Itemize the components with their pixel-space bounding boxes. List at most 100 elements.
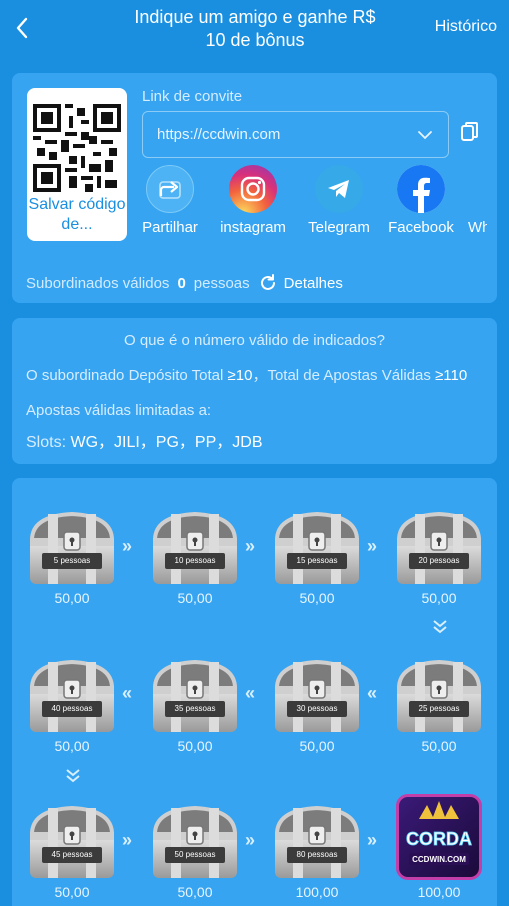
treasure-chest-icon xyxy=(153,659,237,732)
chest-label: 25 pessoas xyxy=(409,701,469,717)
double-chevron-right-icon: » xyxy=(367,536,378,556)
chest-label: 40 pessoas xyxy=(42,701,102,717)
double-chevron-right-icon: » xyxy=(245,536,256,556)
info-title: O que é o número válido de indicados? xyxy=(123,332,385,349)
badge-subtitle: CCDWIN.COM xyxy=(412,855,466,864)
reward-badge[interactable]: CORDA CCDWIN.COM 100,00 xyxy=(393,794,485,904)
treasure-chest[interactable]: 50 pessoas 50,00 xyxy=(149,804,241,904)
treasure-chest[interactable]: 45 pessoas 50,00 xyxy=(26,804,118,904)
treasure-chest-icon xyxy=(397,511,481,584)
treasure-chest-icon xyxy=(397,659,481,732)
share-instagram-label: instagram xyxy=(220,219,286,235)
subordinates-unit: pessoas xyxy=(193,274,250,292)
treasure-chest[interactable]: 10 pessoas 50,00 xyxy=(149,510,241,610)
instagram-icon xyxy=(240,176,266,202)
double-chevron-left-icon: « xyxy=(122,683,133,703)
invite-link-value: https://ccdwin.com xyxy=(157,126,281,143)
chest-label: 20 pessoas xyxy=(409,553,469,569)
share-facebook-label: Facebook xyxy=(388,219,454,235)
treasure-chest[interactable]: 80 pessoas 100,00 xyxy=(271,804,363,904)
reward-amount: 100,00 xyxy=(295,884,339,900)
chest-label: 30 pessoas xyxy=(287,701,347,717)
chest-label: 35 pessoas xyxy=(165,701,225,717)
treasure-chest-icon xyxy=(153,511,237,584)
whatsapp-icon xyxy=(468,165,487,213)
page-title: Indique um amigo e ganhe R$ 10 de bônus xyxy=(100,6,410,52)
share-whatsapp[interactable]: Wha xyxy=(468,165,487,235)
treasure-chest[interactable]: 35 pessoas 50,00 xyxy=(149,658,241,758)
reward-amount: 100,00 xyxy=(417,884,461,900)
double-chevron-right-icon: » xyxy=(122,830,133,850)
treasure-chest-icon xyxy=(275,511,359,584)
double-chevron-right-icon: » xyxy=(245,830,256,850)
treasure-chest[interactable]: 5 pessoas 50,00 xyxy=(26,510,118,610)
header: Indique um amigo e ganhe R$ 10 de bônus … xyxy=(0,0,509,58)
bets-value: ≥110 xyxy=(435,367,468,384)
treasure-chest-icon xyxy=(30,511,114,584)
deposit-label: O subordinado Depósito Total xyxy=(26,367,228,384)
share-telegram-label: Telegram xyxy=(308,219,370,235)
history-button[interactable]: Histórico xyxy=(435,18,497,36)
page-title-line2: 10 de bônus xyxy=(205,30,305,50)
qr-code-icon xyxy=(33,104,121,192)
chevron-down-icon xyxy=(418,131,432,140)
reward-amount: 50,00 xyxy=(177,738,213,754)
double-chevron-left-icon: « xyxy=(245,683,256,703)
reward-amount: 50,00 xyxy=(299,738,335,754)
reward-amount: 50,00 xyxy=(54,738,90,754)
double-chevron-down-icon xyxy=(432,619,448,640)
deposit-value: ≥10 xyxy=(227,367,253,384)
treasure-chest[interactable]: 15 pessoas 50,00 xyxy=(271,510,363,610)
chest-label: 45 pessoas xyxy=(42,847,102,863)
slots-value: WG，JILI，PG，PP，JDB xyxy=(70,434,263,451)
chest-label: 10 pessoas xyxy=(165,553,225,569)
treasure-chest[interactable]: 25 pessoas 50,00 xyxy=(393,658,485,758)
subordinates-row: Subordinados válidos 0 pessoas Detalhes xyxy=(26,273,343,293)
share-row: Partilhar instagram Telegram Facebook Wh xyxy=(142,165,487,235)
refresh-icon[interactable] xyxy=(258,273,278,293)
treasure-chest-icon xyxy=(153,805,237,878)
chest-label: 5 pessoas xyxy=(42,553,102,569)
chest-label: 15 pessoas xyxy=(287,553,347,569)
treasure-chest[interactable]: 30 pessoas 50,00 xyxy=(271,658,363,758)
facebook-icon xyxy=(397,165,445,213)
reward-amount: 50,00 xyxy=(421,590,457,606)
telegram-icon xyxy=(328,180,349,198)
bets-label: ，Total de Apostas Válidas xyxy=(252,367,436,384)
share-whatsapp-label: Wha xyxy=(468,219,487,235)
info-requirements: O subordinado Depósito Total ≥10，Total d… xyxy=(26,364,467,385)
qr-save-label: Salvar código de... xyxy=(28,196,126,233)
treasure-chest[interactable]: 20 pessoas 50,00 xyxy=(393,510,485,610)
invite-card: Salvar código de... Link de convite http… xyxy=(12,73,497,303)
share-partilhar[interactable]: Partilhar xyxy=(142,165,198,235)
treasure-chest[interactable]: 40 pessoas 50,00 xyxy=(26,658,118,758)
qr-save-button[interactable]: Salvar código de... xyxy=(27,88,127,241)
share-instagram[interactable]: instagram xyxy=(217,165,289,235)
badge-title: CORDA xyxy=(406,829,472,849)
reward-amount: 50,00 xyxy=(421,738,457,754)
page-title-line1: Indique um amigo e ganhe R$ xyxy=(134,7,376,27)
double-chevron-left-icon: « xyxy=(367,683,378,703)
chests-card: 5 pessoas 50,00 10 pessoas 50,00 15 pess… xyxy=(12,478,497,906)
copy-icon[interactable] xyxy=(460,121,480,143)
reward-amount: 50,00 xyxy=(54,884,90,900)
chevron-left-icon xyxy=(16,17,28,39)
back-button[interactable] xyxy=(10,14,34,42)
reward-amount: 50,00 xyxy=(299,590,335,606)
treasure-chest-icon xyxy=(275,659,359,732)
treasure-chest-icon xyxy=(30,659,114,732)
share-telegram[interactable]: Telegram xyxy=(307,165,371,235)
slots-label: Slots: xyxy=(26,434,71,451)
share-facebook[interactable]: Facebook xyxy=(386,165,456,235)
info-limited: Apostas válidas limitadas a: xyxy=(26,402,212,419)
invite-link-select[interactable]: https://ccdwin.com xyxy=(142,111,449,158)
details-link[interactable]: Detalhes xyxy=(284,275,343,292)
double-chevron-right-icon: » xyxy=(367,830,378,850)
invite-link-label: Link de convite xyxy=(142,88,243,105)
treasure-chest-icon xyxy=(275,805,359,878)
info-card: O que é o número válido de indicados? O … xyxy=(12,318,497,464)
chest-label: 80 pessoas xyxy=(287,847,347,863)
share-partilhar-label: Partilhar xyxy=(142,219,198,235)
reward-amount: 50,00 xyxy=(177,590,213,606)
subordinates-label: Subordinados válidos xyxy=(26,274,170,292)
